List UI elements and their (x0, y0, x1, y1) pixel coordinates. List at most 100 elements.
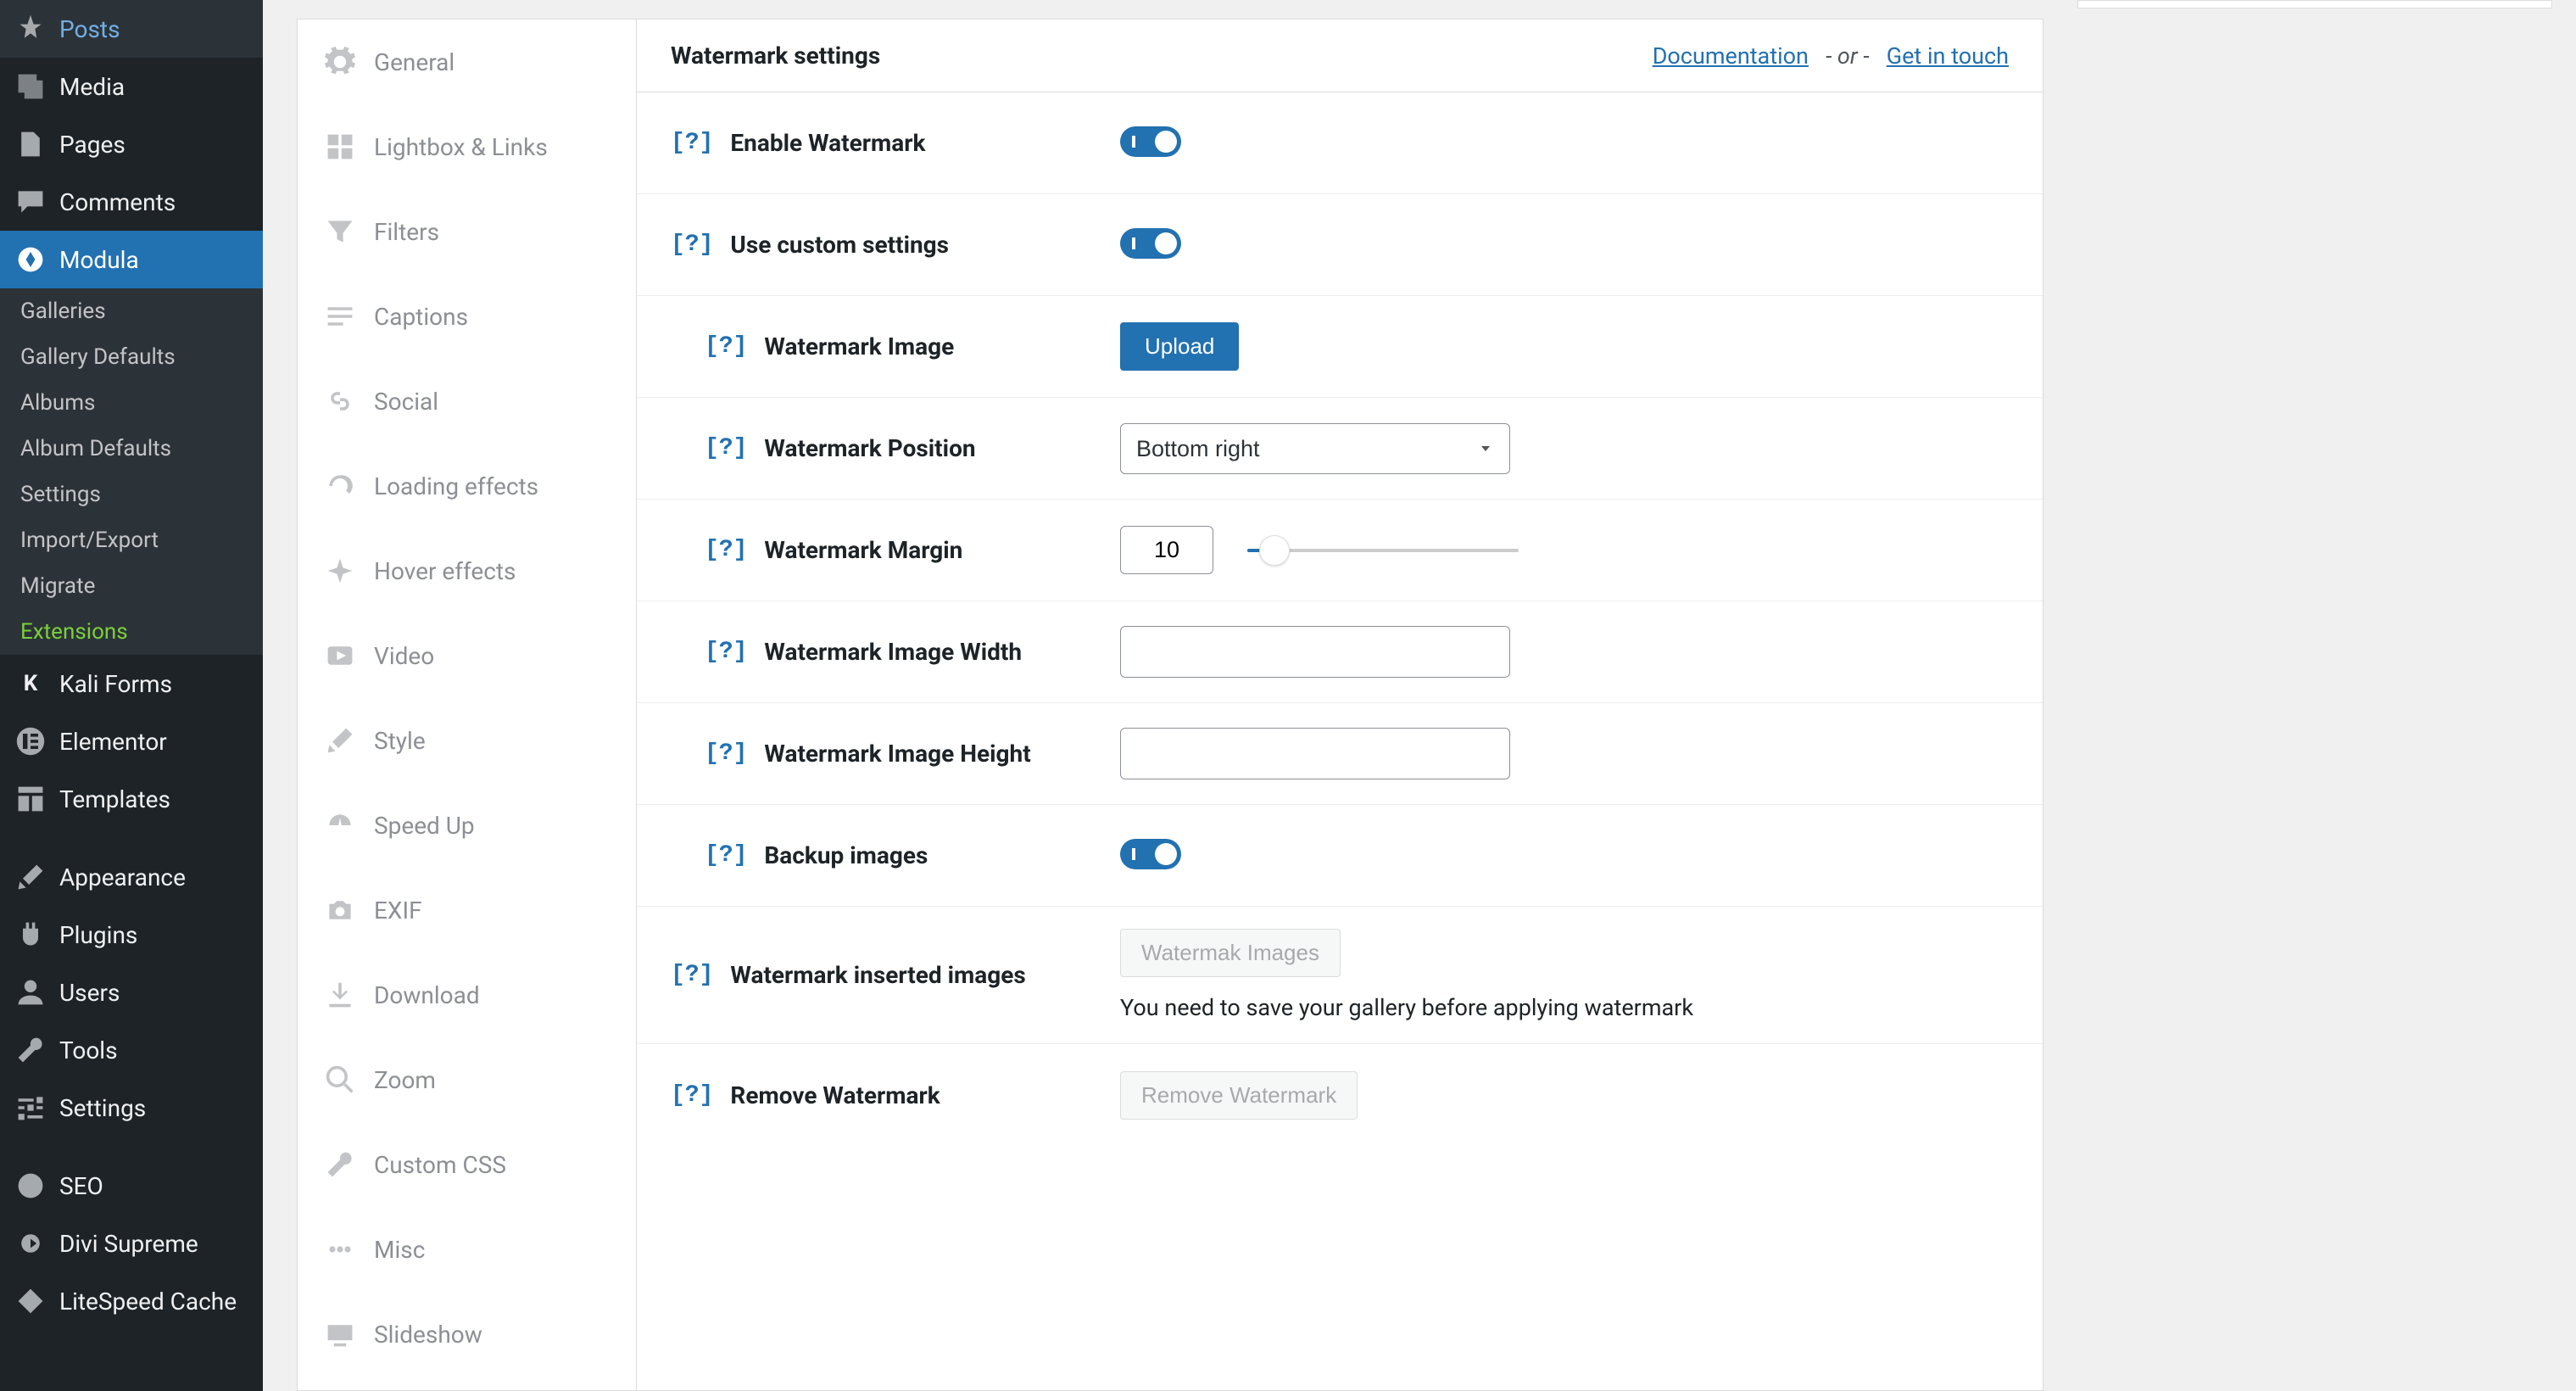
tab-lightbox[interactable]: Lightbox & Links (298, 104, 636, 189)
play-icon (321, 637, 359, 674)
watermark-images-button[interactable]: Watermak Images (1120, 929, 1341, 977)
nav-comments[interactable]: Comments (0, 173, 263, 231)
tab-video[interactable]: Video (298, 613, 636, 698)
nav-appearance[interactable]: Appearance (0, 848, 263, 906)
width-input[interactable] (1120, 626, 1510, 678)
help-icon[interactable]: [?] (705, 333, 747, 360)
tab-captions[interactable]: Captions (298, 274, 636, 359)
tab-zoom[interactable]: Zoom (298, 1037, 636, 1122)
tab-social[interactable]: Social (298, 359, 636, 444)
help-icon[interactable]: [?] (705, 537, 747, 563)
remove-watermark-button[interactable]: Remove Watermark (1120, 1071, 1358, 1120)
tab-label: Download (374, 981, 480, 1009)
help-icon[interactable]: [?] (705, 639, 747, 665)
tab-loading[interactable]: Loading effects (298, 444, 636, 528)
row-backup-images: [?] Backup images (637, 805, 2043, 907)
comment-icon (14, 185, 47, 219)
field-label: Watermark Image (764, 332, 954, 360)
nav-label: Kali Forms (59, 670, 172, 698)
field-label: Backup images (764, 841, 928, 869)
height-input[interactable] (1120, 728, 1510, 779)
nav-kali-forms[interactable]: K Kali Forms (0, 655, 263, 712)
nav-tools[interactable]: Tools (0, 1021, 263, 1079)
tab-misc[interactable]: Misc (298, 1207, 636, 1292)
tab-label: Social (374, 388, 438, 416)
row-custom-settings: [?] Use custom settings (637, 194, 2043, 296)
tab-filters[interactable]: Filters (298, 189, 636, 274)
tab-speedup[interactable]: Speed Up (298, 783, 636, 868)
documentation-link[interactable]: Documentation (1653, 42, 1809, 70)
sub-extensions[interactable]: Extensions (0, 609, 263, 655)
plug-icon (14, 918, 47, 952)
tab-slideshow[interactable]: Slideshow (298, 1292, 636, 1377)
nav-label: Tools (59, 1036, 118, 1064)
tab-hover[interactable]: Hover effects (298, 528, 636, 613)
nav-posts[interactable]: Posts (0, 0, 263, 58)
backup-images-toggle[interactable] (1120, 839, 1181, 869)
nav-plugins[interactable]: Plugins (0, 906, 263, 964)
nav-elementor[interactable]: Elementor (0, 712, 263, 770)
help-icon[interactable]: [?] (671, 130, 713, 156)
position-select[interactable]: Bottom right (1120, 423, 1510, 474)
help-icon[interactable]: [?] (671, 962, 713, 988)
tab-label: Style (374, 727, 426, 755)
gear-icon (321, 43, 359, 81)
help-icon[interactable]: [?] (705, 842, 747, 869)
help-icon[interactable]: [?] (705, 435, 747, 461)
tab-label: Slideshow (374, 1321, 482, 1349)
nav-label: Users (59, 979, 120, 1007)
sub-album-defaults[interactable]: Album Defaults (0, 426, 263, 472)
tab-general[interactable]: General (298, 20, 636, 104)
get-in-touch-link[interactable]: Get in touch (1887, 42, 2009, 70)
nav-litespeed[interactable]: LiteSpeed Cache (0, 1272, 263, 1330)
nav-label: Settings (59, 1094, 146, 1122)
upload-button[interactable]: Upload (1120, 322, 1239, 371)
nav-label: LiteSpeed Cache (59, 1288, 237, 1316)
wrench-icon (14, 1033, 47, 1067)
margin-input[interactable] (1120, 526, 1213, 574)
custom-settings-toggle[interactable] (1120, 228, 1181, 259)
nav-seo[interactable]: SEO (0, 1157, 263, 1215)
wrench-icon (321, 1146, 359, 1183)
panel-header: Watermark settings Documentation - or - … (637, 20, 2043, 92)
field-label: Watermark Image Height (764, 740, 1030, 768)
nav-templates[interactable]: Templates (0, 770, 263, 828)
nav-media[interactable]: Media (0, 58, 263, 115)
nav-modula[interactable]: Modula (0, 231, 263, 288)
help-icon[interactable]: [?] (671, 232, 713, 258)
tab-download[interactable]: Download (298, 952, 636, 1037)
nav-label: SEO (59, 1172, 103, 1200)
field-label: Watermark inserted images (730, 961, 1025, 989)
help-icon[interactable]: [?] (671, 1082, 713, 1109)
row-watermark-position: [?] Watermark Position Bottom right (637, 398, 2043, 500)
sub-migrate[interactable]: Migrate (0, 563, 263, 609)
sub-settings[interactable]: Settings (0, 472, 263, 517)
admin-sidebar: Posts Media Pages Comments Modula Galler… (0, 0, 263, 1391)
help-icon[interactable]: [?] (705, 740, 747, 767)
nav-settings[interactable]: Settings (0, 1079, 263, 1137)
sub-galleries[interactable]: Galleries (0, 288, 263, 334)
settings-body: Watermark settings Documentation - or - … (637, 20, 2043, 1390)
field-label: Watermark Margin (764, 536, 962, 564)
margin-slider[interactable] (1247, 549, 1519, 552)
tab-label: Hover effects (374, 557, 516, 585)
link-icon (321, 383, 359, 420)
nav-label: Comments (59, 188, 176, 216)
refresh-icon (321, 467, 359, 505)
row-watermark-margin: [?] Watermark Margin (637, 500, 2043, 601)
tab-label: EXIF (374, 897, 422, 925)
tab-exif[interactable]: EXIF (298, 868, 636, 952)
tab-customcss[interactable]: Custom CSS (298, 1122, 636, 1207)
nav-divi[interactable]: Divi Supreme (0, 1215, 263, 1272)
side-box (2077, 0, 2552, 8)
enable-watermark-toggle[interactable] (1120, 126, 1181, 157)
field-label: Remove Watermark (730, 1081, 940, 1109)
sub-gallery-defaults[interactable]: Gallery Defaults (0, 334, 263, 380)
sub-albums[interactable]: Albums (0, 380, 263, 426)
media-icon (14, 70, 47, 103)
nav-pages[interactable]: Pages (0, 115, 263, 173)
nav-label: Modula (59, 246, 139, 274)
tab-style[interactable]: Style (298, 698, 636, 783)
nav-users[interactable]: Users (0, 964, 263, 1021)
sub-import-export[interactable]: Import/Export (0, 517, 263, 563)
